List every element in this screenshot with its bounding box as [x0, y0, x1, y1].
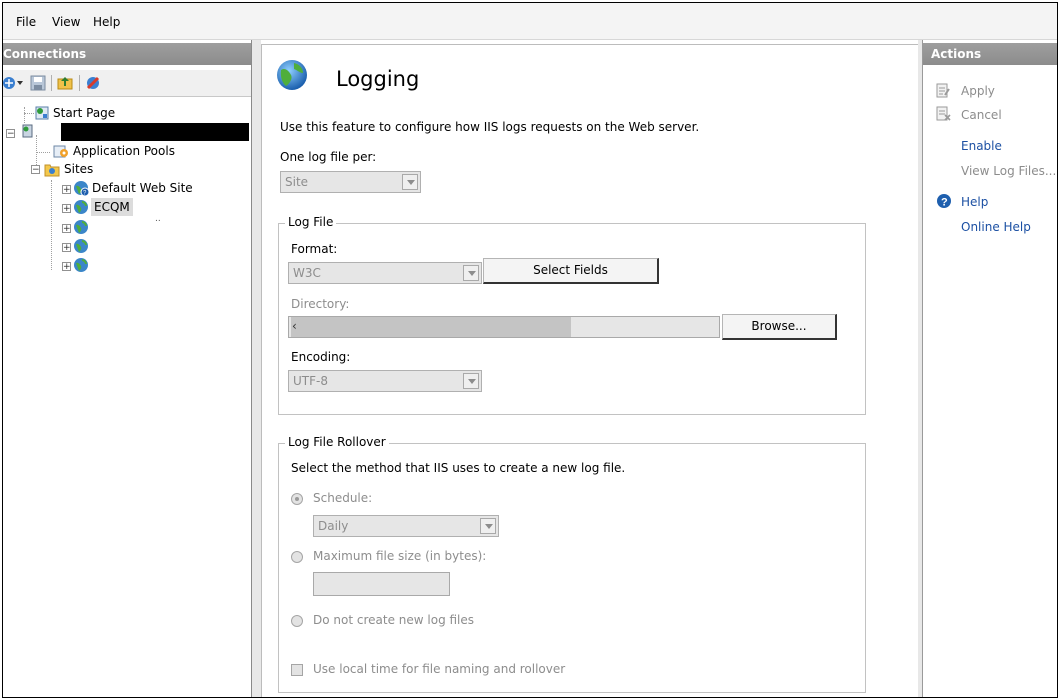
up-level-icon[interactable] [57, 75, 73, 91]
actions-panel: Actions Apply Cancel Enable View Log Fil… [922, 40, 1057, 697]
default-site-globe-icon: ? [74, 181, 89, 196]
schedule-select[interactable]: Daily [313, 515, 499, 537]
encoding-label: Encoding: [291, 350, 351, 364]
site-globe-icon[interactable] [73, 257, 89, 273]
cancel-icon [936, 106, 951, 121]
tree-line [24, 107, 25, 123]
apply-action[interactable]: Apply [961, 84, 995, 98]
tree-item-application-pools[interactable]: Application Pools [73, 142, 175, 160]
connections-header: Connections [3, 43, 251, 65]
tree-line [36, 152, 50, 153]
toolbar-separator [51, 75, 52, 91]
svg-text:?: ? [941, 197, 948, 209]
collapse-toggle[interactable]: − [6, 129, 15, 139]
dropdown-arrow-icon[interactable] [480, 518, 496, 534]
no-new-log-files-label: Do not create new log files [313, 613, 475, 627]
max-file-size-input[interactable] [313, 572, 450, 596]
connections-toolbar [3, 70, 251, 97]
tree-line [24, 113, 34, 114]
dropdown-arrow-icon[interactable] [17, 81, 23, 85]
expand-toggle[interactable]: + [62, 262, 71, 272]
directory-input[interactable]: ‹ [288, 316, 720, 338]
toolbar-separator [79, 75, 80, 91]
tree-item-ecqm-sub: .. [155, 214, 161, 224]
schedule-label: Schedule: [313, 491, 373, 505]
use-local-time-checkbox[interactable] [291, 664, 303, 676]
directory-label: Directory: [291, 297, 350, 311]
collapse-toggle[interactable]: − [31, 165, 40, 175]
one-log-file-label: One log file per: [280, 150, 377, 164]
log-file-group-title: Log File [285, 215, 337, 229]
disconnect-icon[interactable] [85, 75, 101, 91]
log-file-rollover-group-title: Log File Rollover [285, 435, 389, 449]
sites-folder-icon [44, 164, 60, 177]
save-icon[interactable] [30, 75, 46, 91]
directory-path-highlight [291, 317, 571, 337]
no-new-log-files-radio[interactable] [291, 615, 303, 627]
iis-manager-window: File View Help Connections Start Page − … [2, 2, 1058, 698]
format-select[interactable]: W3C [288, 262, 482, 284]
expand-toggle[interactable]: + [62, 224, 71, 234]
server-icon [22, 124, 33, 138]
logging-globe-icon [277, 60, 307, 90]
connections-panel: Connections Start Page − Application Poo… [3, 40, 252, 697]
splitter[interactable] [252, 40, 261, 697]
actions-header: Actions [923, 43, 1057, 65]
menu-bar: File View Help [3, 3, 1057, 40]
view-log-files-action[interactable]: View Log Files... [961, 164, 1056, 178]
tree-item-sites[interactable]: Sites [64, 160, 93, 178]
expand-toggle[interactable]: + [62, 243, 71, 253]
tree-item-ecqm[interactable]: ECQM [91, 198, 133, 216]
dropdown-arrow-icon[interactable] [463, 373, 479, 389]
dropdown-arrow-icon[interactable] [463, 265, 479, 281]
cancel-action[interactable]: Cancel [961, 108, 1002, 122]
menu-view[interactable]: View [52, 15, 80, 29]
one-log-file-per-select[interactable]: Site [280, 171, 421, 193]
browse-button[interactable]: Browse... [722, 314, 837, 340]
page-description: Use this feature to configure how IIS lo… [280, 120, 700, 134]
application-pools-icon [53, 145, 68, 158]
menu-file[interactable]: File [16, 15, 36, 29]
page-title: Logging [336, 67, 420, 91]
help-icon: ? [937, 194, 951, 209]
enable-action[interactable]: Enable [961, 139, 1002, 153]
log-file-rollover-group: Log File Rollover Select the method that… [278, 435, 866, 693]
max-file-size-label: Maximum file size (in bytes): [313, 549, 487, 563]
expand-toggle[interactable]: + [62, 204, 71, 214]
encoding-select[interactable]: UTF-8 [288, 370, 482, 392]
schedule-radio[interactable] [291, 493, 303, 505]
redacted-server-name[interactable] [61, 123, 249, 141]
format-label: Format: [291, 242, 338, 256]
ecqm-globe-icon [74, 200, 88, 214]
use-local-time-label: Use local time for file naming and rollo… [313, 662, 566, 676]
expand-toggle[interactable]: + [62, 185, 71, 195]
max-file-size-radio[interactable] [291, 551, 303, 563]
menu-help[interactable]: Help [93, 15, 120, 29]
online-help-action[interactable]: Online Help [961, 220, 1031, 234]
site-globe-icon[interactable] [73, 219, 89, 235]
tree-line [51, 180, 52, 270]
logging-panel: Logging Use this feature to configure ho… [261, 44, 919, 697]
log-file-group: Log File Format: W3C Select Fields Direc… [278, 215, 866, 415]
apply-icon [936, 83, 950, 98]
start-page-icon [35, 106, 49, 120]
select-fields-button[interactable]: Select Fields [483, 258, 659, 284]
help-action[interactable]: Help [961, 195, 988, 209]
tree-item-default-web-site[interactable]: Default Web Site [92, 179, 193, 197]
dropdown-arrow-icon[interactable] [402, 174, 418, 190]
site-globe-icon[interactable] [73, 238, 89, 254]
tree-item-start-page[interactable]: Start Page [53, 104, 115, 122]
connect-icon[interactable] [2, 75, 17, 91]
rollover-description: Select the method that IIS uses to creat… [291, 461, 626, 475]
